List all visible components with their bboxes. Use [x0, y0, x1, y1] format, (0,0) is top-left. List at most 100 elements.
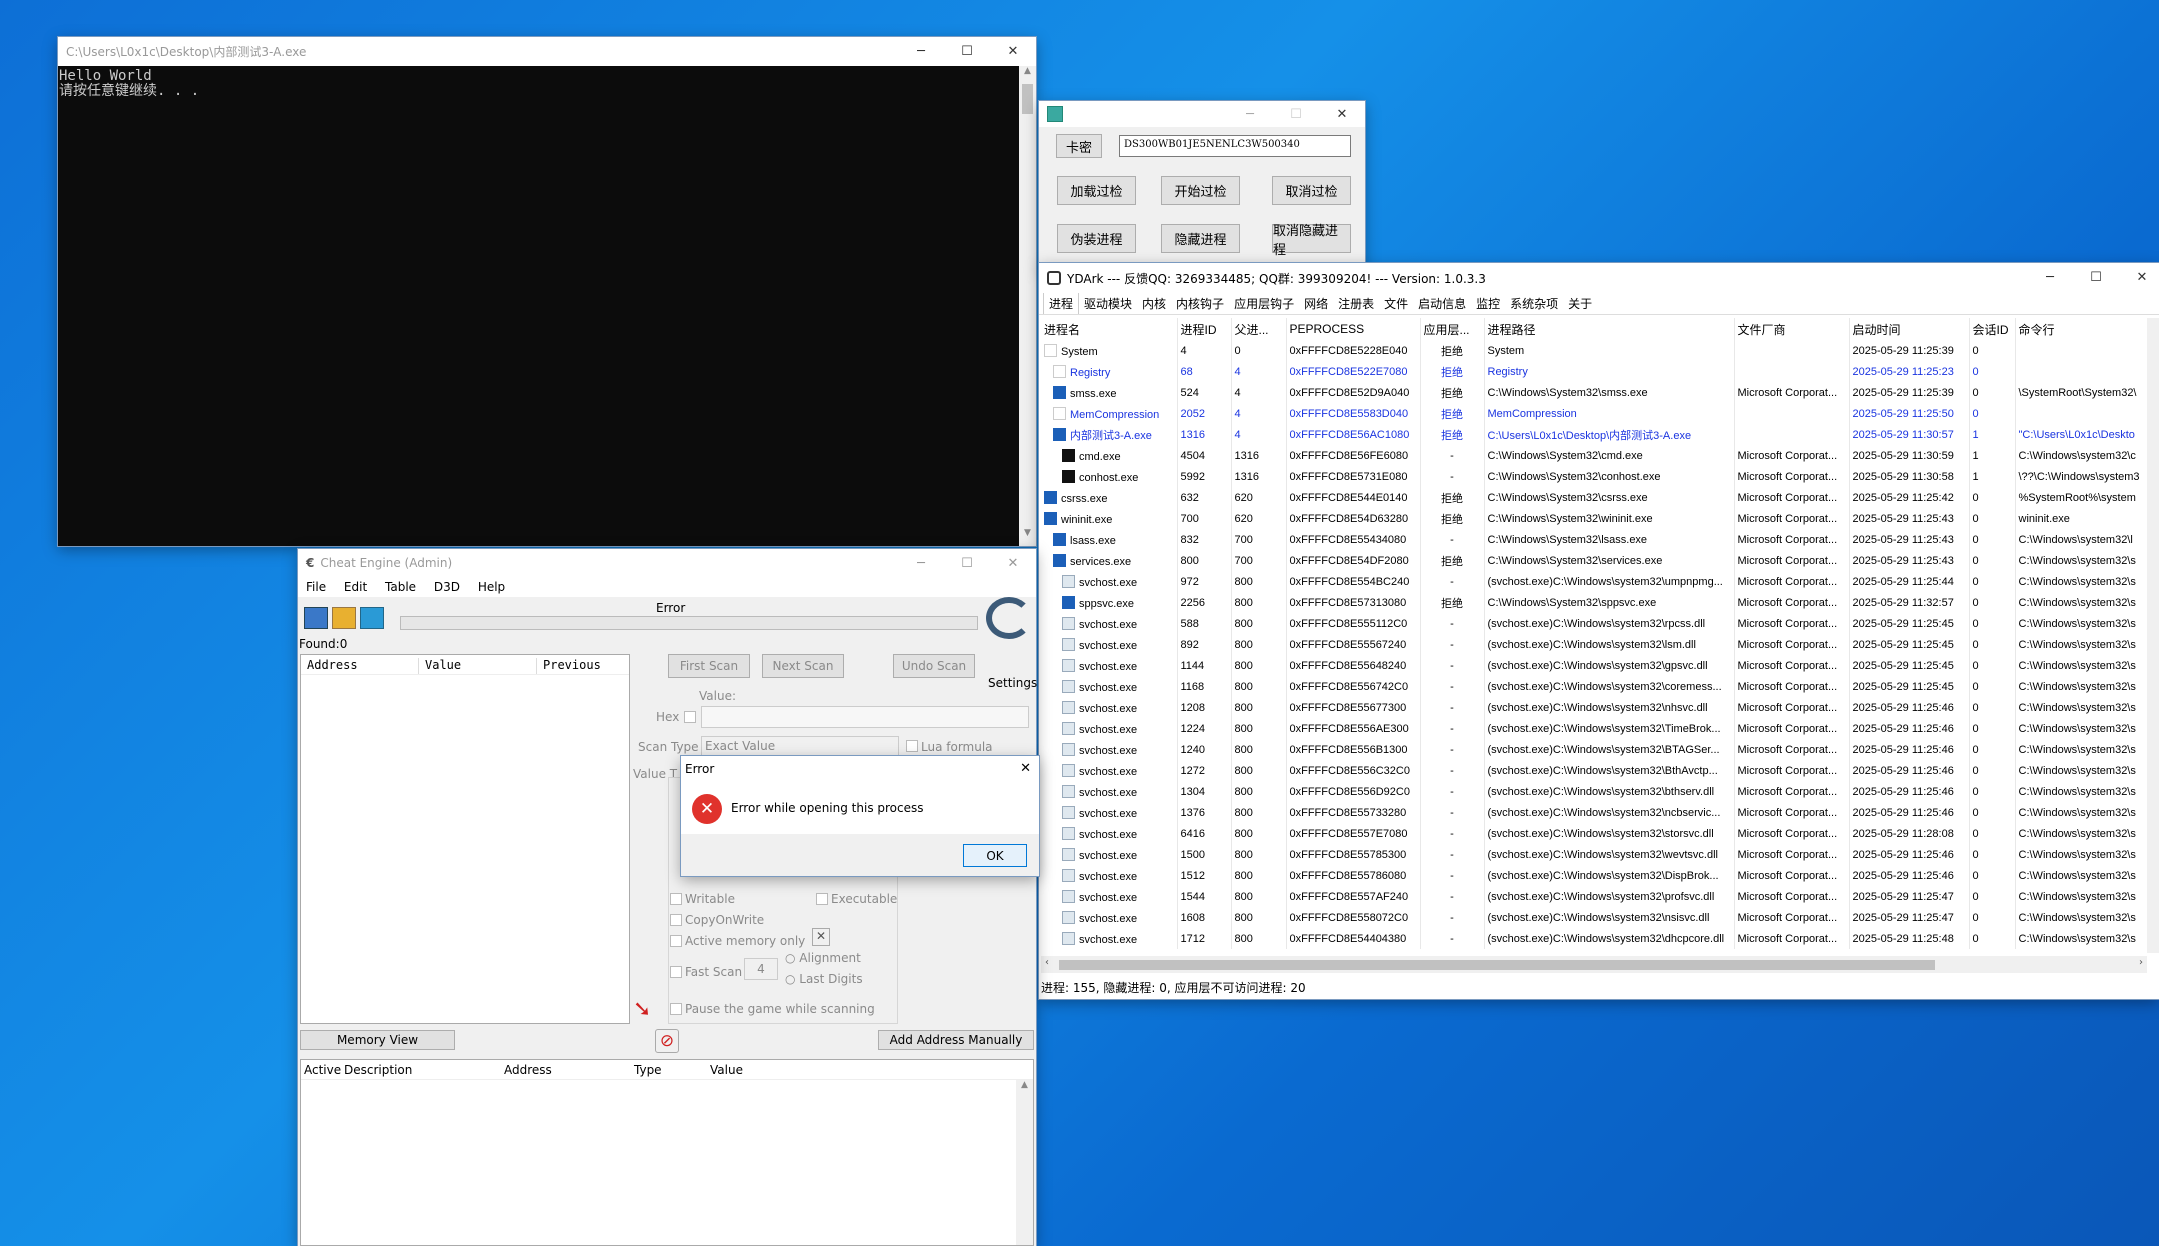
table-row[interactable]: wininit.exe 700 620 0xFFFFCD8E54D63280 拒绝 C:\… [1041, 508, 2147, 529]
tab-user-hooks[interactable]: 应用层钩子 [1229, 293, 1299, 314]
ydark-window[interactable]: YDArk --- 反馈QQ: 3269334485; QQ群: 3993092… [1039, 263, 2159, 999]
hex-checkbox[interactable] [684, 711, 696, 723]
col-header[interactable]: 会话ID [1969, 318, 2016, 340]
table-row[interactable]: svchost.exe 1272 800 0xFFFFCD8E556C32C0- (sv… [1041, 760, 2147, 781]
ok-button[interactable]: OK [963, 844, 1027, 867]
tab-file[interactable]: 文件 [1379, 293, 1413, 314]
console-window[interactable]: C:\Users\L0x1c\Desktop\内部测试3-A.exe ─ ☐ ✕… [58, 37, 1036, 546]
table-row[interactable]: svchost.exe 1224 800 0xFFFFCD8E556AE300- (sv… [1041, 718, 2147, 739]
tab-drivers[interactable]: 驱动模块 [1079, 293, 1137, 314]
table-row[interactable]: cmd.exe 4504 1316 0xFFFFCD8E56FE6080- C:\Win… [1041, 445, 2147, 466]
cheat-table[interactable]: Active Description Address Type Value ▲ [300, 1059, 1034, 1246]
lua-formula-checkbox[interactable] [906, 740, 918, 752]
table-row[interactable]: MemCompression 2052 4 0xFFFFCD8E5583D040 拒绝 M… [1041, 403, 2147, 424]
table-row[interactable]: svchost.exe 1512 800 0xFFFFCD8E55786080- (sv… [1041, 865, 2147, 886]
col-table-address[interactable]: Address [501, 1063, 631, 1079]
scroll-left-icon[interactable]: ‹ [1045, 957, 1049, 968]
table-row[interactable]: svchost.exe 1144 800 0xFFFFCD8E55648240- (sv… [1041, 655, 2147, 676]
tab-kernel-hooks[interactable]: 内核钩子 [1171, 293, 1229, 314]
col-header[interactable]: 进程路径 [1484, 318, 1735, 340]
table-row[interactable]: smss.exe 524 4 0xFFFFCD8E52D9A040 拒绝 C:\Windo… [1041, 382, 2147, 403]
ce-title-bar[interactable]: € Cheat Engine (Admin) ─ ☐ ✕ [298, 549, 1036, 577]
writable-checkbox[interactable] [670, 893, 682, 905]
table-row[interactable]: svchost.exe 1240 800 0xFFFFCD8E556B1300- (sv… [1041, 739, 2147, 760]
col-table-value[interactable]: Value [707, 1063, 743, 1079]
col-description[interactable]: Description [341, 1063, 501, 1079]
executable-checkbox[interactable] [816, 893, 828, 905]
ydark-title-bar[interactable]: YDArk --- 反馈QQ: 3269334485; QQ群: 3993092… [1039, 263, 2159, 293]
unhide-process-button[interactable]: 取消隐藏进程 [1272, 224, 1351, 258]
table-row[interactable]: 内部测试3-A.exe 1316 4 0xFFFFCD8E56AC1080 拒绝 C:\U… [1041, 424, 2147, 445]
cheat-engine-window[interactable]: € Cheat Engine (Admin) ─ ☐ ✕ File Edit T… [298, 549, 1037, 1246]
scroll-thumb[interactable] [1022, 84, 1033, 114]
maximize-icon[interactable]: ☐ [944, 549, 990, 577]
hide-process-button[interactable]: 隐藏进程 [1161, 224, 1240, 253]
close-icon[interactable]: ✕ [1020, 761, 1031, 776]
col-header[interactable]: 进程ID [1177, 318, 1232, 340]
col-header[interactable]: 命令行 [2015, 318, 2147, 340]
horizontal-scrollbar[interactable]: ‹ › [1041, 956, 2147, 973]
cheat-table-scrollbar[interactable]: ▲ [1016, 1080, 1033, 1245]
table-row[interactable]: conhost.exe 5992 1316 0xFFFFCD8E5731E080- C:… [1041, 466, 2147, 487]
fast-scan-checkbox[interactable] [670, 966, 682, 978]
tab-about[interactable]: 关于 [1563, 293, 1597, 314]
maximize-icon[interactable]: ☐ [944, 37, 990, 66]
table-row[interactable]: svchost.exe 1712 800 0xFFFFCD8E54404380- (sv… [1041, 928, 2147, 949]
scroll-down-icon[interactable]: ▼ [1019, 528, 1036, 546]
close-icon[interactable]: ✕ [1319, 101, 1365, 127]
arrow-icon[interactable]: ➘ [633, 997, 651, 1022]
start-bypass-button[interactable]: 开始过检 [1161, 176, 1240, 205]
menu-help[interactable]: Help [478, 580, 505, 594]
col-header[interactable]: 文件厂商 [1734, 318, 1850, 340]
cancel-bypass-button[interactable]: 取消过检 [1272, 176, 1351, 205]
console-scrollbar[interactable]: ▲ ▼ [1019, 66, 1036, 546]
table-row[interactable]: svchost.exe 1304 800 0xFFFFCD8E556D92C0- (sv… [1041, 781, 2147, 802]
menu-table[interactable]: Table [385, 580, 416, 594]
process-table[interactable]: 进程名 进程ID 父进... PEPROCESS 应用层... 进程路径 文件厂商 启动时间会… [1041, 318, 2147, 949]
menu-file[interactable]: File [306, 580, 326, 594]
col-previous[interactable]: Previous [537, 658, 601, 674]
tab-network[interactable]: 网络 [1299, 293, 1333, 314]
value-input[interactable] [701, 706, 1029, 728]
process-list[interactable]: 进程名 进程ID 父进... PEPROCESS 应用层... 进程路径 文件厂商 启动时间会… [1041, 318, 2147, 953]
next-scan-button[interactable]: Next Scan [762, 654, 844, 678]
table-row[interactable]: svchost.exe 1208 800 0xFFFFCD8E55677300- (sv… [1041, 697, 2147, 718]
menu-edit[interactable]: Edit [344, 580, 367, 594]
add-address-manually-button[interactable]: Add Address Manually [878, 1030, 1034, 1050]
table-row[interactable]: svchost.exe 1500 800 0xFFFFCD8E55785300- (sv… [1041, 844, 2147, 865]
table-row[interactable]: sppsvc.exe 2256 800 0xFFFFCD8E57313080 拒绝 C:\… [1041, 592, 2147, 613]
loader-window[interactable]: ─ ☐ ✕ 卡密 DS300WB01JE5NENLC3W500340 加载过检 … [1039, 101, 1365, 269]
error-dialog[interactable]: Error ✕ ✕ Error while opening this proce… [681, 756, 1039, 876]
table-row[interactable]: services.exe 800 700 0xFFFFCD8E54DF2080 拒绝 C:… [1041, 550, 2147, 571]
maximize-icon[interactable]: ☐ [1273, 101, 1319, 127]
error-title-bar[interactable]: Error ✕ [681, 756, 1039, 784]
table-row[interactable]: svchost.exe 588 800 0xFFFFCD8E555112C0- (svc… [1041, 613, 2147, 634]
clear-icon[interactable]: ✕ [812, 928, 830, 946]
first-scan-button[interactable]: First Scan [668, 654, 750, 678]
copyonwrite-checkbox[interactable] [670, 914, 682, 926]
tab-system-misc[interactable]: 系统杂项 [1505, 293, 1563, 314]
col-header[interactable]: 应用层... [1420, 318, 1485, 340]
col-header[interactable]: PEPROCESS [1286, 318, 1421, 340]
table-row[interactable]: Registry 68 4 0xFFFFCD8E522E7080 拒绝 Registry 2… [1041, 361, 2147, 382]
pause-game-checkbox[interactable] [670, 1003, 682, 1015]
key-input[interactable]: DS300WB01JE5NENLC3W500340 [1119, 135, 1351, 157]
table-row[interactable]: System 4 0 0xFFFFCD8E5228E040 拒绝 System 2025-0… [1041, 340, 2147, 361]
close-icon[interactable]: ✕ [990, 37, 1036, 66]
vertical-scrollbar[interactable] [2147, 318, 2159, 953]
loader-title-bar[interactable]: ─ ☐ ✕ [1039, 101, 1365, 127]
fast-scan-input[interactable]: 4 [744, 958, 778, 980]
scan-type-select[interactable]: Exact Value [701, 736, 899, 756]
tab-startup[interactable]: 启动信息 [1413, 293, 1471, 314]
table-row[interactable]: svchost.exe 1168 800 0xFFFFCD8E556742C0- (sv… [1041, 676, 2147, 697]
close-icon[interactable]: ✕ [2119, 263, 2159, 292]
last-digits-radio[interactable]: ○ Last Digits [785, 972, 863, 986]
scroll-right-icon[interactable]: › [2139, 957, 2143, 968]
address-list[interactable]: Address Value Previous [300, 654, 630, 1024]
key-label-button[interactable]: 卡密 [1056, 134, 1102, 158]
scroll-up-icon[interactable]: ▲ [1019, 66, 1036, 84]
console-title-bar[interactable]: C:\Users\L0x1c\Desktop\内部测试3-A.exe ─ ☐ ✕ [58, 37, 1036, 66]
minimize-icon[interactable]: ─ [1227, 101, 1273, 127]
stop-icon[interactable]: ⊘ [655, 1029, 679, 1053]
table-row[interactable]: svchost.exe 892 800 0xFFFFCD8E55567240- (svc… [1041, 634, 2147, 655]
